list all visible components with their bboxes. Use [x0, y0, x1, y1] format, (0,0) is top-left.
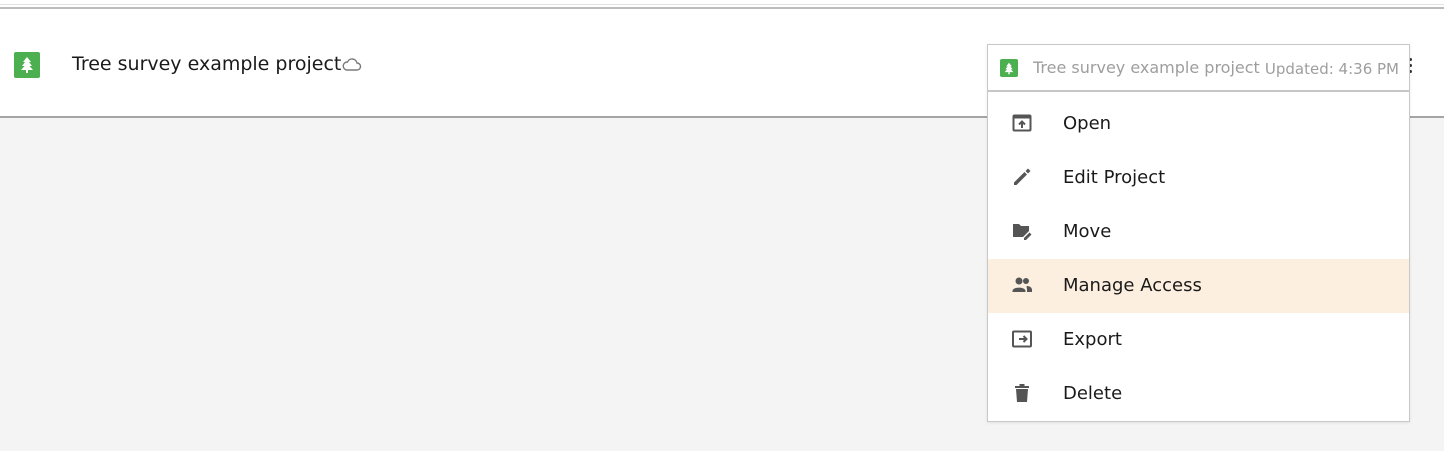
menu-item-delete[interactable]: Delete: [988, 367, 1409, 421]
menu-item-move[interactable]: Move: [988, 205, 1409, 259]
project-context-menu: Tree survey example project Updated: 4:3…: [987, 44, 1410, 422]
updated-timestamp: Updated: 4:36 PM: [1264, 60, 1399, 78]
project-title[interactable]: Tree survey example project: [72, 51, 341, 77]
people-icon: [1011, 274, 1033, 296]
cloud-icon: [341, 56, 363, 74]
menu-header-title: Tree survey example project: [1033, 58, 1260, 77]
menu-item-edit-project[interactable]: Edit Project: [988, 151, 1409, 205]
menu-item-label: Export: [1063, 329, 1122, 350]
top-strip: [0, 0, 1444, 9]
menu-item-label: Edit Project: [1063, 167, 1166, 188]
tree-icon: [1000, 59, 1018, 77]
pencil-icon: [1011, 166, 1033, 188]
menu-item-label: Delete: [1063, 383, 1123, 404]
menu-item-manage-access[interactable]: Manage Access: [988, 259, 1409, 313]
export-icon: [1011, 328, 1033, 350]
menu-item-label: Move: [1063, 221, 1112, 242]
folder-move-icon: [1011, 220, 1033, 242]
menu-item-open[interactable]: Open: [988, 97, 1409, 151]
menu-item-label: Manage Access: [1063, 275, 1202, 296]
menu-header: Tree survey example project Updated: 4:3…: [988, 45, 1409, 92]
open-icon: [1011, 112, 1033, 134]
trash-icon: [1011, 382, 1033, 404]
menu-item-label: Open: [1063, 113, 1112, 134]
menu-item-export[interactable]: Export: [988, 313, 1409, 367]
tree-icon: [14, 52, 40, 78]
